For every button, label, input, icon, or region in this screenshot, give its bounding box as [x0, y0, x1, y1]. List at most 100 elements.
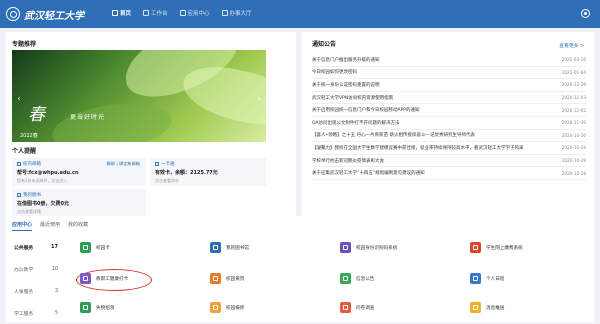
mail-card[interactable]: 校内邮箱 解绑 | 绑定新邮箱 帮号:fcx@whpu.edu.cn 您有1封未…	[12, 158, 146, 186]
category-label: 办公教学	[14, 267, 34, 273]
category-count: 5	[54, 310, 58, 316]
campus-card[interactable]: 一卡通 有效卡，余额：2125.77元 点击查看流水	[150, 158, 266, 186]
category-hr-service[interactable]: 人事服务 3	[10, 280, 62, 302]
app-announcements[interactable]: 信息公告	[340, 273, 374, 284]
category-count: 17	[51, 244, 58, 250]
app-student-payment[interactable]: 学生网上缴费系统	[470, 242, 523, 253]
app-label: 个人日程	[486, 276, 505, 282]
notice-title-text: 学校举行抗击新冠肺炎疫情表彰大会	[312, 158, 384, 164]
notice-date: 2021-01-04	[561, 69, 586, 75]
app-campus-id-code[interactable]: 校园身份识别码系统	[340, 242, 397, 253]
mail-address: 帮号:fcx@whpu.edu.cn	[17, 170, 79, 176]
app-personal-schedule[interactable]: 个人日程	[470, 273, 504, 284]
card-icon	[155, 162, 159, 166]
nav-item-label: 应用中心	[187, 11, 210, 17]
app-lost-and-found[interactable]: 失物招领	[80, 302, 114, 313]
app-category-list: 公共服务 17 办公教学 10 人事服务 3 学工服务 5	[10, 236, 62, 324]
nav-item-app-center[interactable]: 应用中心	[179, 9, 210, 17]
category-office-teaching[interactable]: 办公教学 10	[10, 258, 62, 280]
campus-card-balance: 有效卡，余额：2125.77元	[155, 170, 218, 176]
card-icon	[80, 242, 91, 253]
top-navigation-bar: 武汉轻工大学 首页 工作台 应用中心 办事大厅	[0, 0, 600, 28]
notice-date: 2020-12-02	[561, 107, 586, 113]
app-my-library[interactable]: 我的图书馆	[210, 242, 249, 253]
library-borrow-status: 在借图书0册，欠费0元	[17, 201, 69, 207]
lostfound-icon	[80, 302, 91, 313]
banner-year: 2022春	[20, 133, 38, 139]
library-hint: 点击查看详情	[17, 208, 41, 214]
mail-hint: 您有1封未读邮件，点击进入	[17, 177, 68, 183]
notice-item[interactable]: 【凝聚力】我校在全国大学生数学建模竞赛中获佳绩，就业率持续保持较高水平，看武汉轻…	[312, 142, 586, 155]
notice-title-text: 【凝聚力】我校在全国大学生数学建模竞赛中获佳绩，就业率持续保持较高水平，看武汉轻…	[312, 145, 524, 151]
hall-icon	[221, 10, 228, 16]
notice-item[interactable]: 关于信息门户推出服务升级的通知 2021-03-16	[312, 54, 586, 67]
health-icon	[80, 273, 91, 284]
app-label: 消息推送	[486, 305, 505, 311]
featured-banner[interactable]: 春 更当好时光 2022春 ‹ ›	[12, 50, 266, 142]
category-label: 人事服务	[14, 289, 34, 295]
notice-date: 2020-11-30	[561, 120, 586, 126]
nav-item-workbench[interactable]: 工作台	[143, 9, 168, 17]
notice-date: 2020-10-28	[561, 170, 586, 176]
nav-item-service-hall[interactable]: 办事大厅	[221, 9, 252, 17]
featured-title: 专题推荐	[12, 41, 37, 48]
main-nav: 首页 工作台 应用中心 办事大厅	[112, 9, 252, 17]
app-staff-health-checkin[interactable]: 教职工健康打卡	[80, 273, 128, 284]
notice-item[interactable]: 【喜人•领略】之十五 丹心一片育新苗 薪火相传接续奋斗—记优秀研究生导师代表 20…	[312, 130, 586, 143]
notice-item[interactable]: 关于启用校园统一信息门户和今日校园移动APP的通知 2020-12-02	[312, 104, 586, 117]
app-campus-repair[interactable]: 校园报修	[210, 302, 244, 313]
notice-date: 2020-12-29	[561, 82, 586, 88]
notice-item[interactable]: 关于统一身份认证密码重置的说明 2020-12-29	[312, 79, 586, 92]
category-count: 10	[51, 266, 58, 272]
notice-date: 2020-12-03	[561, 95, 586, 101]
library-card[interactable]: 我的图书 在借图书0册，欠费0元 点击查看详情	[12, 189, 146, 217]
notice-title-text: 关于统一身份认证密码重置的说明	[312, 82, 380, 88]
category-public-service[interactable]: 公共服务 17	[10, 236, 62, 258]
library-icon	[210, 242, 221, 253]
app-survey[interactable]: 问卷调查	[340, 302, 374, 313]
notice-item[interactable]: 关于征集武汉轻工大学“十四五”规划编制意见建议的通知 2020-10-28	[312, 167, 586, 180]
mail-bind-links[interactable]: 解绑 | 绑定新邮箱	[107, 161, 140, 167]
app-label: 问卷调查	[356, 305, 375, 311]
notice-panel: 通知公告 查看更多 > 关于信息门户推出服务升级的通知 2021-03-16 今日…	[302, 32, 594, 226]
user-icon[interactable]	[581, 9, 590, 18]
notice-item[interactable]: 学校举行抗击新冠肺炎疫情表彰大会 2020-10-29	[312, 155, 586, 168]
banner-subtitle: 更当好时光	[70, 114, 106, 121]
mail-card-label: 校内邮箱	[23, 162, 41, 167]
app-campus-yellow-pages[interactable]: 校园黄页	[210, 273, 244, 284]
notice-item[interactable]: OA访问出现公文附件打不开问题的解决方法 2020-11-30	[312, 117, 586, 130]
tab-app-center[interactable]: 应用中心	[12, 221, 33, 231]
notice-title-text: 关于征集武汉轻工大学“十四五”规划编制意见建议的通知	[312, 171, 425, 177]
app-label: 信息公告	[356, 276, 375, 282]
app-label: 校园报修	[226, 305, 245, 311]
university-logo[interactable]: 武汉轻工大学	[6, 6, 84, 22]
app-label: 教职工健康打卡	[96, 276, 129, 282]
app-campus-card[interactable]: 校园卡	[80, 242, 110, 253]
nav-item-label: 首页	[120, 11, 132, 17]
tab-recent[interactable]: 最近使用	[40, 221, 60, 231]
banner-prev-icon[interactable]: ‹	[14, 94, 24, 104]
notice-title-text: 【喜人•领略】之十五 丹心一片育新苗 薪火相传接续奋斗—记优秀研究生导师代表	[312, 133, 476, 139]
notice-date: 2020-10-30	[561, 132, 586, 138]
category-label: 公共服务	[14, 245, 34, 251]
app-message-push[interactable]: 消息推送	[470, 302, 504, 313]
library-card-label: 我的图书	[23, 193, 41, 198]
survey-icon	[340, 302, 351, 313]
notice-item[interactable]: 武汉轻工大学VPN访问校内资源使用指南 2020-12-03	[312, 92, 586, 105]
nav-item-home[interactable]: 首页	[112, 9, 131, 17]
banner-next-icon[interactable]: ›	[254, 94, 264, 104]
announce-icon	[340, 273, 351, 284]
notice-date: 2021-03-16	[561, 57, 586, 63]
message-icon	[470, 302, 481, 313]
tab-favorites[interactable]: 我的收藏	[68, 221, 88, 231]
notice-title-text: 武汉轻工大学VPN访问校内资源使用指南	[312, 95, 394, 101]
nav-item-label: 办事大厅	[229, 11, 252, 17]
university-seal-icon	[6, 7, 20, 21]
more-notices-link[interactable]: 查看更多 >	[559, 42, 584, 49]
featured-panel: 专题推荐 春 更当好时光 2022春 ‹ › 个人提醒 校内邮箱 解绑 | 绑定…	[6, 32, 296, 226]
qrcode-icon	[340, 242, 351, 253]
app-label: 校园身份识别码系统	[356, 245, 398, 251]
notice-item[interactable]: 今日校园如何更改密码 2021-01-04	[312, 67, 586, 80]
category-student-service[interactable]: 学工服务 5	[10, 302, 62, 324]
app-label: 校园黄页	[226, 276, 245, 282]
